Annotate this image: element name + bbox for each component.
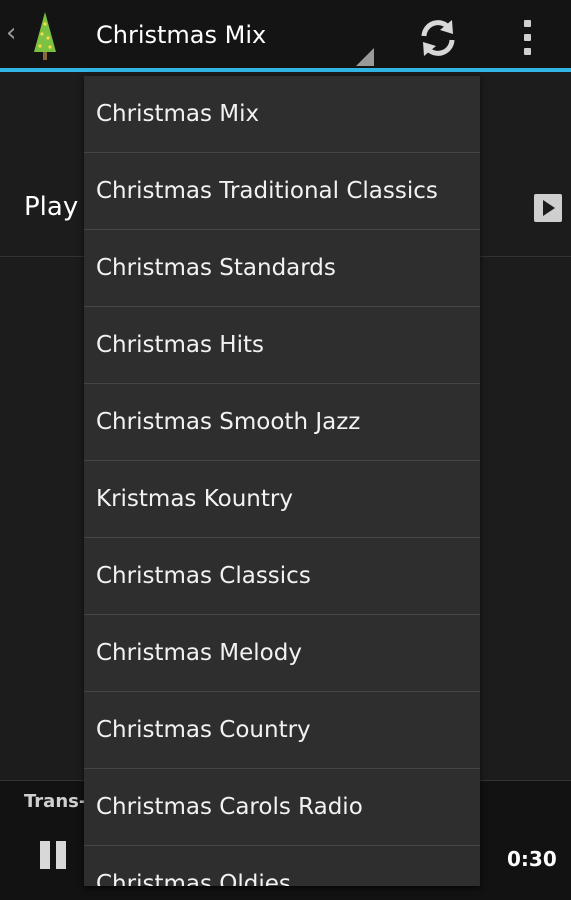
elapsed-time: 0:30 (507, 847, 557, 871)
dropdown-item[interactable]: Christmas Oldies (84, 846, 480, 886)
dropdown-item[interactable]: Christmas Mix (84, 76, 480, 153)
station-spinner[interactable]: Christmas Mix (96, 20, 266, 51)
overflow-menu-icon[interactable] (508, 14, 546, 60)
dropdown-item[interactable]: Christmas Standards (84, 230, 480, 307)
now-playing-label: Trans- (24, 791, 87, 812)
dropdown-item[interactable]: Christmas Country (84, 692, 480, 769)
christmas-tree-icon[interactable] (30, 10, 60, 62)
dropdown-item[interactable]: Christmas Melody (84, 615, 480, 692)
dropdown-item[interactable]: Christmas Smooth Jazz (84, 384, 480, 461)
pause-icon[interactable] (40, 841, 70, 871)
refresh-icon[interactable] (416, 16, 460, 60)
station-dropdown-list[interactable]: Christmas Mix Christmas Traditional Class… (84, 76, 480, 886)
dropdown-item[interactable]: Christmas Classics (84, 538, 480, 615)
action-bar: ‹ Christmas Mix (0, 0, 571, 72)
dropdown-item[interactable]: Christmas Carols Radio (84, 769, 480, 846)
dropdown-item[interactable]: Christmas Traditional Classics (84, 153, 480, 230)
play-label: Play (24, 192, 79, 222)
dropdown-item[interactable]: Christmas Hits (84, 307, 480, 384)
back-caret-icon[interactable]: ‹ (6, 20, 16, 46)
spinner-indicator-icon (356, 48, 374, 66)
play-icon[interactable] (534, 194, 562, 222)
dropdown-item[interactable]: Kristmas Kountry (84, 461, 480, 538)
